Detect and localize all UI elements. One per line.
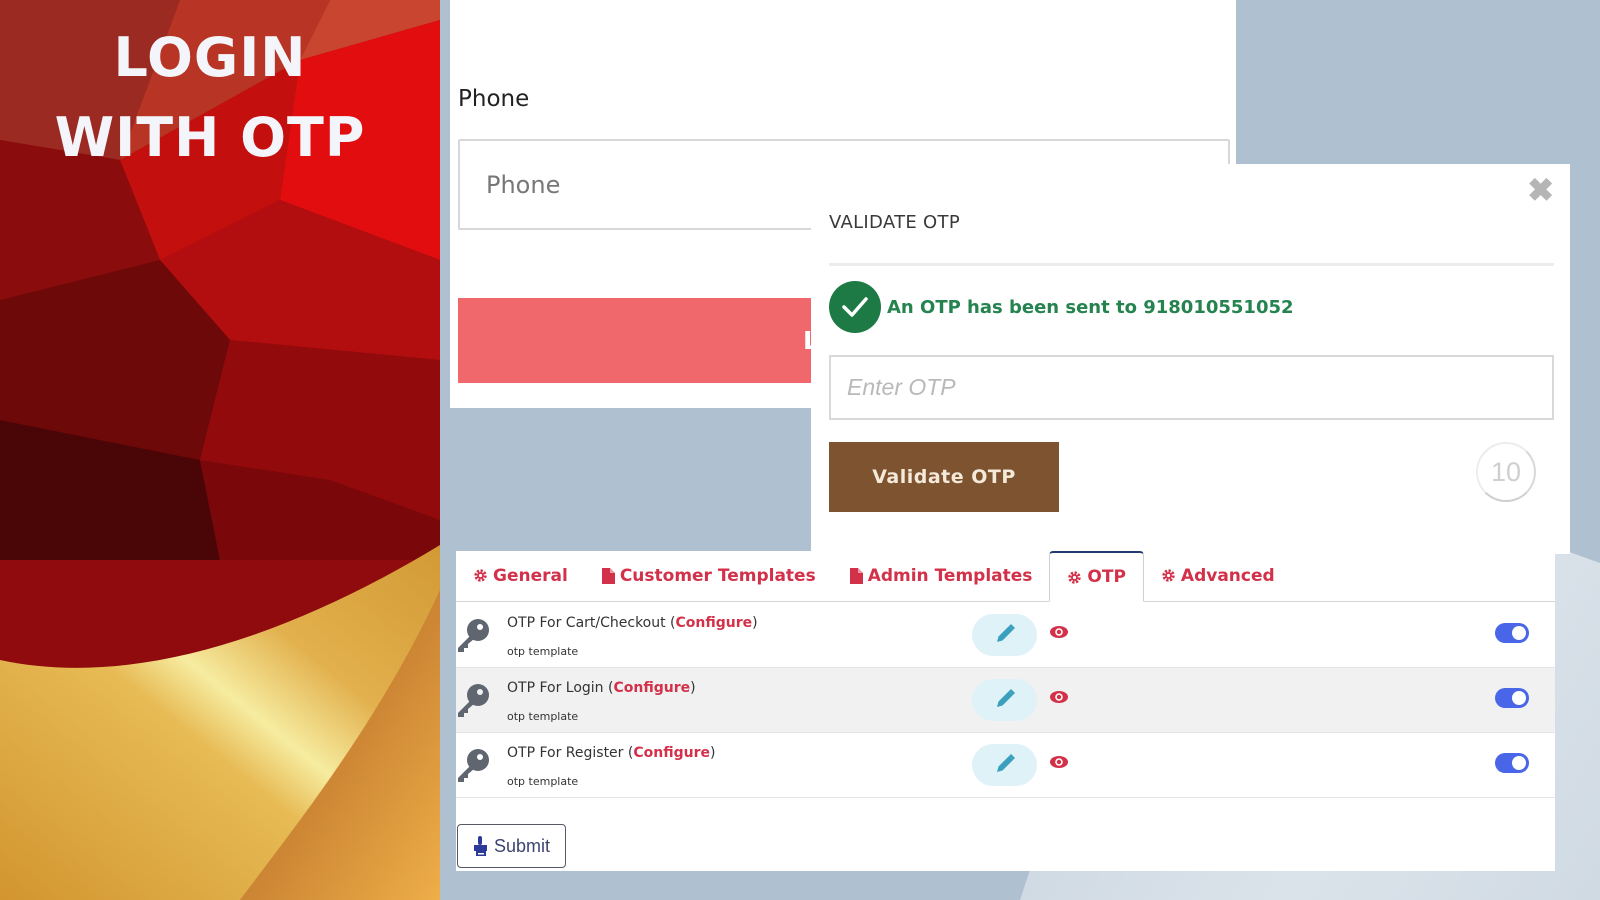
- otp-input[interactable]: [829, 355, 1554, 420]
- row-title: OTP For Register (Configure): [507, 745, 716, 761]
- eye-icon[interactable]: [1049, 755, 1069, 774]
- settings-tabs: General Customer Templates Admin Templat…: [456, 551, 1555, 602]
- banner-title-line-2: WITH OTP: [54, 106, 366, 169]
- row-subtitle: otp template: [507, 645, 579, 658]
- promo-banner: LOGIN WITH OTP: [0, 0, 440, 900]
- otp-sent-text: An OTP has been sent to 918010551052: [887, 296, 1294, 318]
- tab-label: Customer Templates: [619, 565, 816, 586]
- submit-label: Submit: [493, 835, 551, 856]
- banner-title-line-1: LOGIN: [113, 26, 307, 89]
- gear-icon: [1067, 570, 1082, 585]
- edit-button[interactable]: [972, 744, 1037, 786]
- eye-icon[interactable]: [1049, 690, 1069, 709]
- tab-advanced[interactable]: Advanced: [1144, 550, 1292, 601]
- tab-admin-templates[interactable]: Admin Templates: [833, 550, 1050, 601]
- modal-title: VALIDATE OTP: [829, 212, 960, 233]
- edit-button[interactable]: [972, 614, 1037, 656]
- row-title: OTP For Login (Configure): [507, 680, 696, 696]
- row-subtitle: otp template: [507, 775, 579, 788]
- close-icon[interactable]: ✖: [1527, 174, 1554, 206]
- pencil-icon: [994, 623, 1016, 648]
- submit-button[interactable]: Submit: [457, 824, 566, 868]
- enable-toggle[interactable]: [1495, 688, 1529, 708]
- tab-otp[interactable]: OTP: [1049, 551, 1144, 602]
- tab-label: General: [493, 565, 568, 586]
- key-icon: [456, 617, 492, 658]
- pointing-hand-icon: [473, 836, 489, 856]
- otp-template-list: OTP For Cart/Checkout (Configure) otp te…: [456, 603, 1555, 798]
- pencil-icon: [994, 753, 1016, 778]
- phone-label: Phone: [458, 86, 530, 112]
- edit-button[interactable]: [972, 679, 1037, 721]
- key-icon: [456, 747, 492, 788]
- check-circle-icon: [829, 281, 881, 333]
- validate-otp-button[interactable]: Validate OTP: [829, 442, 1059, 512]
- eye-icon[interactable]: [1049, 625, 1069, 644]
- tab-label: OTP: [1087, 567, 1126, 587]
- enable-toggle[interactable]: [1495, 623, 1529, 643]
- key-icon: [456, 682, 492, 723]
- toggle-knob: [1512, 691, 1526, 705]
- tab-customer-templates[interactable]: Customer Templates: [585, 550, 833, 601]
- banner-title: LOGIN WITH OTP: [0, 18, 420, 178]
- list-item: OTP For Register (Configure) otp templat…: [456, 733, 1555, 798]
- toggle-knob: [1512, 626, 1526, 640]
- configure-link[interactable]: Configure: [613, 680, 690, 696]
- row-title: OTP For Cart/Checkout (Configure): [507, 615, 758, 631]
- resend-countdown-timer: 10: [1476, 442, 1536, 502]
- file-icon: [601, 567, 615, 584]
- file-icon: [849, 567, 863, 584]
- modal-divider: [829, 263, 1554, 266]
- enable-toggle[interactable]: [1495, 753, 1529, 773]
- otp-sent-message: An OTP has been sent to 918010551052: [829, 281, 1294, 333]
- configure-link[interactable]: Configure: [676, 615, 753, 631]
- gear-icon: [473, 568, 488, 583]
- tab-label: Admin Templates: [867, 565, 1033, 586]
- validate-otp-modal: ✖ VALIDATE OTP An OTP has been sent to 9…: [811, 164, 1570, 554]
- tab-general[interactable]: General: [456, 550, 585, 601]
- gear-icon: [1161, 568, 1176, 583]
- row-subtitle: otp template: [507, 710, 579, 723]
- list-item: OTP For Login (Configure) otp template: [456, 668, 1555, 733]
- list-item: OTP For Cart/Checkout (Configure) otp te…: [456, 603, 1555, 668]
- otp-settings-panel: General Customer Templates Admin Templat…: [456, 551, 1555, 871]
- pencil-icon: [994, 688, 1016, 713]
- toggle-knob: [1512, 756, 1526, 770]
- configure-link[interactable]: Configure: [633, 745, 710, 761]
- tab-label: Advanced: [1180, 565, 1275, 586]
